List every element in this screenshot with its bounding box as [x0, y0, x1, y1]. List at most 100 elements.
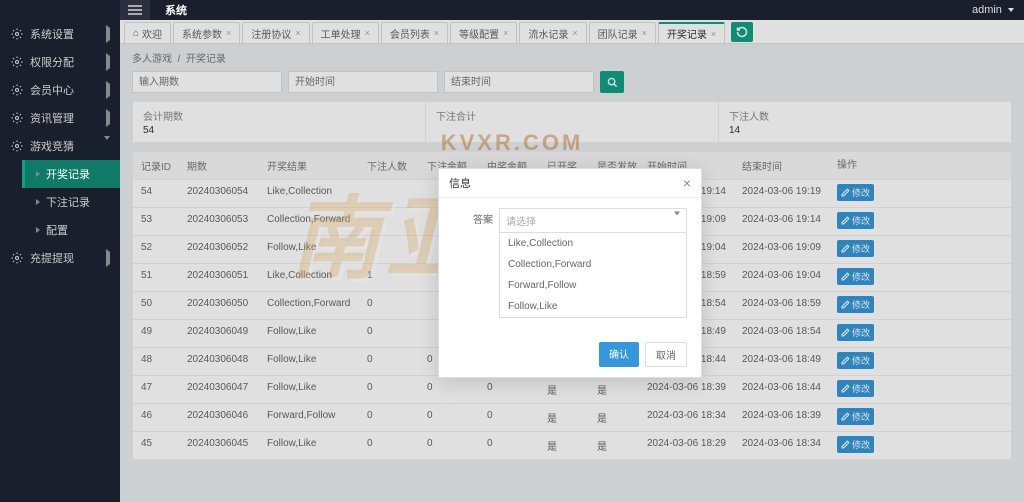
sidebar-item-label: 游戏竞猜	[30, 138, 74, 154]
cell-id: 45	[133, 432, 183, 459]
edit-label: 修改	[852, 214, 870, 227]
close-icon[interactable]: ×	[642, 28, 647, 38]
edit-button[interactable]: 修改	[837, 240, 874, 257]
dropdown-option-0[interactable]: Like,Collection	[500, 233, 686, 254]
edit-button[interactable]: 修改	[837, 324, 874, 341]
edit-icon	[841, 216, 850, 225]
close-icon[interactable]: ×	[711, 29, 716, 39]
menu-toggle-button[interactable]	[120, 0, 150, 20]
close-icon[interactable]: ×	[503, 28, 508, 38]
edit-button[interactable]: 修改	[837, 408, 874, 425]
edit-button[interactable]: 修改	[837, 296, 874, 313]
cell-id: 46	[133, 404, 183, 431]
chevron-right-icon	[106, 112, 110, 124]
cell-opened: 是	[543, 432, 593, 459]
search-button[interactable]	[600, 71, 624, 93]
tab-label: 会员列表	[390, 26, 430, 41]
edit-icon	[841, 300, 850, 309]
gear-icon	[10, 55, 24, 69]
tab-2[interactable]: 注册协议×	[242, 22, 309, 43]
cell-result: Follow,Like	[263, 432, 363, 459]
refresh-button[interactable]	[731, 22, 753, 42]
sidebar-item-3[interactable]: 资讯管理	[0, 104, 120, 132]
cell-id: 50	[133, 292, 183, 319]
answer-select[interactable]: 请选择	[499, 208, 687, 233]
cell-paid: 是	[593, 432, 643, 459]
tab-8[interactable]: 开奖记录×	[658, 22, 725, 43]
cell-period: 20240306054	[183, 180, 263, 207]
user-menu[interactable]: admin	[972, 4, 1014, 16]
cell-id: 51	[133, 264, 183, 291]
chevron-down-icon	[104, 140, 110, 152]
sidebar-item-label: 系统设置	[30, 26, 74, 42]
edit-button[interactable]: 修改	[837, 380, 874, 397]
edit-label: 修改	[852, 438, 870, 451]
cell-id: 48	[133, 348, 183, 375]
modal-body: 答案 请选择 Like,CollectionCollection,Forward…	[439, 198, 701, 334]
tab-0[interactable]: ⌂欢迎	[124, 22, 171, 43]
tab-4[interactable]: 会员列表 ×	[381, 22, 448, 43]
cell-win-a: 0	[483, 404, 543, 431]
edit-icon	[841, 328, 850, 337]
sidebar-subitem-4-0[interactable]: 开奖记录	[22, 160, 120, 188]
tab-label: 工单处理	[321, 26, 361, 41]
sidebar: 系统设置权限分配会员中心资讯管理游戏竞猜开奖记录下注记录配置充提提现	[0, 20, 120, 502]
cell-opened: 是	[543, 404, 593, 431]
close-icon[interactable]: ×	[295, 28, 300, 38]
sidebar-item-5[interactable]: 充提提现	[0, 244, 120, 272]
edit-icon	[841, 356, 850, 365]
cell-bet-n	[363, 208, 423, 235]
chevron-down-icon	[1008, 8, 1014, 12]
dropdown-option-2[interactable]: Forward,Follow	[500, 275, 686, 296]
sidebar-item-label: 权限分配	[30, 54, 74, 70]
tabs-bar: ⌂欢迎系统参数×注册协议×工单处理×会员列表×等级配置×流水记录×团队记录×开奖…	[120, 20, 1024, 44]
sidebar-item-0[interactable]: 系统设置	[0, 20, 120, 48]
end-time-input[interactable]	[444, 71, 594, 93]
sidebar-subitem-4-1[interactable]: 下注记录	[22, 188, 120, 216]
tab-7[interactable]: 团队记录 ×	[589, 22, 656, 43]
table-row: 4620240306046Forward,Follow000是是2024-03-…	[133, 404, 1011, 432]
cell-bet-n: 0	[363, 292, 423, 319]
breadcrumb: 多人游戏 / 开奖记录	[120, 44, 1024, 71]
close-icon[interactable]: ×	[683, 175, 691, 191]
tab-5[interactable]: 等级配置×	[450, 22, 517, 43]
sidebar-subitem-4-2[interactable]: 配置	[22, 216, 120, 244]
dropdown-option-3[interactable]: Follow,Like	[500, 296, 686, 317]
cell-end: 2024-03-06 19:09	[738, 236, 833, 263]
tab-6[interactable]: 流水记录×	[519, 22, 586, 43]
edit-icon	[841, 440, 850, 449]
cancel-button[interactable]: 取消	[645, 342, 687, 367]
close-icon[interactable]: ×	[365, 28, 370, 38]
edit-button[interactable]: 修改	[837, 268, 874, 285]
start-time-input[interactable]	[288, 71, 438, 93]
tab-label: 团队记录	[598, 26, 638, 41]
sidebar-item-4[interactable]: 游戏竞猜	[0, 132, 120, 160]
cell-start: 2024-03-06 18:29	[643, 432, 738, 459]
dropdown-option-1[interactable]: Collection,Forward	[500, 254, 686, 275]
home-icon: ⌂	[133, 28, 139, 39]
edit-button[interactable]: 修改	[837, 352, 874, 369]
cell-end: 2024-03-06 19:19	[738, 180, 833, 207]
topbar: 系统 admin	[0, 0, 1024, 20]
cell-start: 2024-03-06 18:34	[643, 404, 738, 431]
close-icon[interactable]: ×	[226, 28, 231, 38]
cell-end: 2024-03-06 18:59	[738, 292, 833, 319]
cell-bet-n	[363, 180, 423, 207]
gear-icon	[10, 251, 24, 265]
edit-button[interactable]: 修改	[837, 436, 874, 453]
confirm-button[interactable]: 确认	[599, 342, 639, 367]
cell-op: 修改	[833, 236, 881, 263]
chevron-right-icon	[36, 171, 40, 177]
periods-input[interactable]	[132, 71, 282, 93]
sidebar-item-1[interactable]: 权限分配	[0, 48, 120, 76]
gear-icon	[10, 139, 24, 153]
stat-value: 54	[143, 125, 415, 136]
cell-op: 修改	[833, 404, 881, 431]
edit-button[interactable]: 修改	[837, 212, 874, 229]
close-icon[interactable]: ×	[572, 28, 577, 38]
close-icon[interactable]: ×	[434, 28, 439, 38]
tab-3[interactable]: 工单处理 ×	[312, 22, 379, 43]
sidebar-item-2[interactable]: 会员中心	[0, 76, 120, 104]
tab-1[interactable]: 系统参数×	[173, 22, 240, 43]
edit-button[interactable]: 修改	[837, 184, 874, 201]
